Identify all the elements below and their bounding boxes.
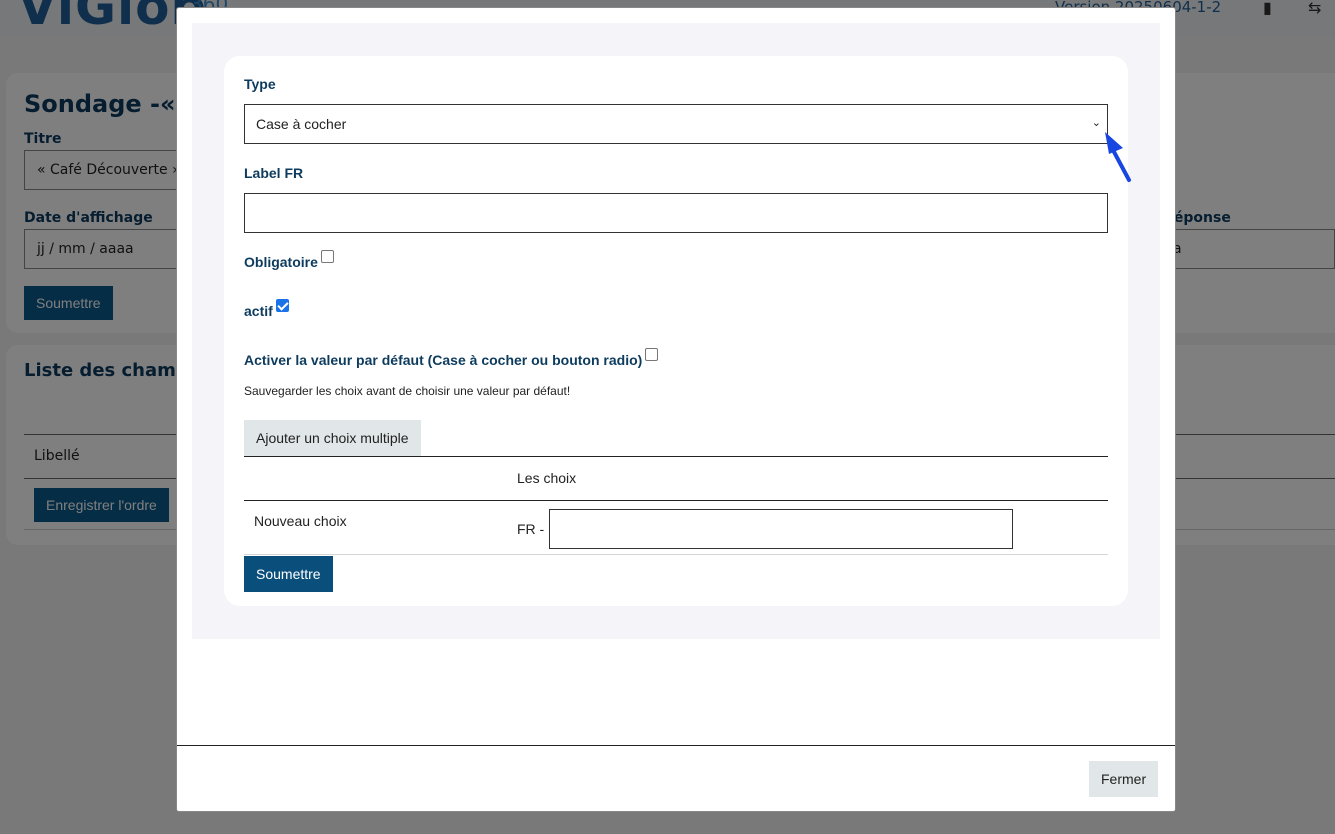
type-label: Type [244, 76, 276, 92]
choices-table-top-border [244, 456, 1108, 457]
choices-table-bottom-border [244, 554, 1108, 555]
default-value-note: Sauvegarder les choix avant de choisir u… [244, 384, 571, 398]
new-choice-label: Nouveau choix [254, 513, 347, 529]
add-multiple-choice-button[interactable]: Ajouter un choix multiple [244, 420, 421, 456]
modal-body: Type Case à cocher ⌄ Label FR Obligatoir… [192, 23, 1160, 639]
choices-column-header: Les choix [517, 470, 577, 486]
obligatoire-label: Obligatoire [244, 254, 318, 270]
actif-row: actif [244, 299, 289, 319]
actif-checkbox[interactable] [275, 299, 289, 312]
modal-footer-divider [177, 745, 1175, 746]
label-fr-input[interactable] [244, 193, 1108, 233]
default-value-label: Activer la valeur par défaut (Case à coc… [244, 352, 643, 368]
modal-submit-button[interactable]: Soumettre [244, 556, 333, 592]
label-fr-label: Label FR [244, 165, 304, 181]
default-value-checkbox[interactable] [645, 348, 659, 361]
choices-table-header-border [244, 500, 1108, 501]
field-form-card: Type Case à cocher ⌄ Label FR Obligatoir… [224, 56, 1128, 606]
type-select-value: Case à cocher [256, 116, 347, 132]
mouse-pointer-icon [1105, 132, 1131, 182]
close-button[interactable]: Fermer [1089, 761, 1159, 797]
obligatoire-row: Obligatoire [244, 250, 334, 270]
obligatoire-checkbox[interactable] [320, 250, 334, 263]
actif-label: actif [244, 303, 273, 319]
chevron-down-icon: ⌄ [1091, 117, 1101, 129]
field-edit-modal: Type Case à cocher ⌄ Label FR Obligatoir… [176, 7, 1176, 812]
fr-prefix: FR - [517, 521, 545, 537]
default-value-row: Activer la valeur par défaut (Case à coc… [244, 348, 659, 368]
type-select[interactable]: Case à cocher ⌄ [244, 104, 1108, 144]
new-choice-fr-input[interactable] [549, 509, 1013, 549]
